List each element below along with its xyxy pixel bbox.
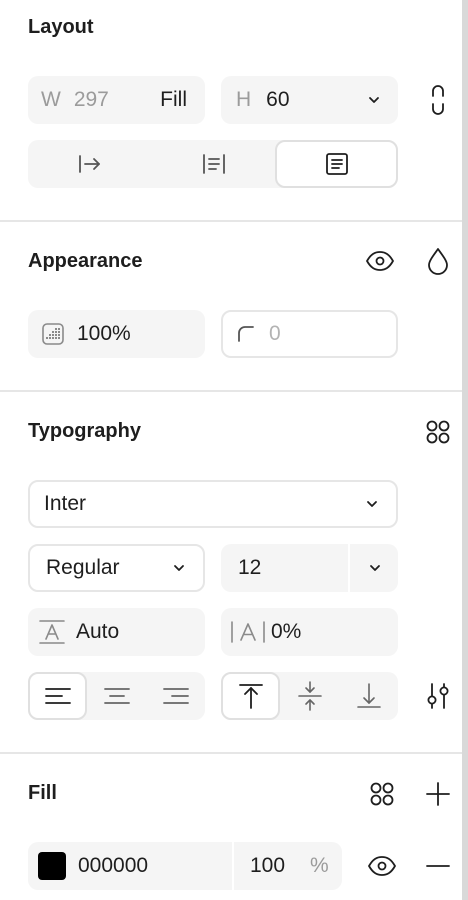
fill-color-hex[interactable]: 000000 [78, 854, 148, 878]
fixed-size-button[interactable] [275, 140, 398, 188]
auto-height-icon[interactable] [152, 140, 276, 188]
field-separator [348, 544, 350, 592]
properties-panel: Layout W 297 Fill H 60 Appearance 100% 0… [0, 0, 462, 900]
align-right-icon[interactable] [146, 672, 205, 720]
opacity-icon [41, 322, 65, 346]
chevron-down-icon [366, 500, 378, 508]
height-value[interactable]: 60 [266, 88, 289, 112]
align-left-button[interactable] [28, 672, 87, 720]
corner-radius-field[interactable]: 0 [221, 310, 398, 358]
width-field[interactable]: W 297 Fill [28, 76, 205, 124]
width-label: W [41, 88, 61, 111]
styles-grid-icon[interactable] [366, 778, 398, 810]
section-divider [0, 390, 462, 392]
chevron-down-icon [173, 564, 185, 572]
font-family-select[interactable]: Inter [28, 480, 398, 528]
typography-section-title: Typography [28, 420, 141, 442]
letter-spacing-value[interactable]: 0% [271, 620, 301, 644]
drop-icon[interactable] [422, 245, 454, 277]
font-size-dropdown-icon[interactable] [369, 564, 381, 572]
minus-icon[interactable] [422, 850, 454, 882]
field-separator [232, 842, 234, 890]
section-divider [0, 752, 462, 754]
styles-grid-icon[interactable] [422, 416, 454, 448]
font-weight-select[interactable]: Regular [28, 544, 205, 592]
vertical-align-control [221, 672, 398, 720]
font-weight-value: Regular [46, 556, 120, 579]
appearance-section-title: Appearance [28, 250, 143, 272]
auto-width-icon[interactable] [28, 140, 152, 188]
constrain-proportions-icon[interactable] [422, 84, 454, 116]
align-top-icon [223, 674, 278, 718]
fill-section-title: Fill [28, 782, 57, 804]
width-value[interactable]: 297 [74, 88, 109, 112]
font-size-value[interactable]: 12 [238, 556, 261, 580]
align-bottom-icon[interactable] [339, 672, 398, 720]
height-field[interactable]: H 60 [221, 76, 398, 124]
align-top-button[interactable] [221, 672, 280, 720]
width-mode-dropdown[interactable]: Fill [160, 88, 187, 112]
font-size-field[interactable]: 12 [221, 544, 398, 592]
letter-spacing-icon [229, 618, 267, 646]
scrollbar[interactable] [462, 0, 468, 900]
type-settings-icon[interactable] [422, 680, 454, 712]
align-left-icon [30, 674, 85, 718]
line-height-field[interactable]: Auto [28, 608, 205, 656]
align-middle-icon[interactable] [280, 672, 339, 720]
plus-icon[interactable] [422, 778, 454, 810]
font-family-value: Inter [44, 492, 87, 515]
chevron-down-icon[interactable] [368, 96, 380, 104]
line-height-value[interactable]: Auto [76, 620, 119, 644]
eye-icon[interactable] [366, 850, 398, 882]
eye-icon[interactable] [364, 245, 396, 277]
height-label: H [236, 88, 252, 111]
fixed-size-icon [277, 142, 396, 186]
corner-radius-icon [237, 325, 255, 343]
section-divider [0, 220, 462, 222]
fill-opacity-value[interactable]: 100 [250, 854, 285, 878]
opacity-field[interactable]: 100% [28, 310, 205, 358]
corner-radius-value[interactable]: 0 [269, 322, 281, 346]
text-resize-segmented-control [28, 140, 398, 188]
line-height-icon [38, 618, 66, 646]
fill-color-field[interactable]: 000000 100 % [28, 842, 342, 890]
fill-color-swatch[interactable] [38, 852, 66, 880]
layout-section-title: Layout [28, 16, 94, 38]
horizontal-align-control [28, 672, 205, 720]
align-center-icon[interactable] [87, 672, 146, 720]
letter-spacing-field[interactable]: 0% [221, 608, 398, 656]
opacity-value[interactable]: 100% [77, 322, 131, 346]
fill-opacity-unit: % [310, 854, 329, 877]
